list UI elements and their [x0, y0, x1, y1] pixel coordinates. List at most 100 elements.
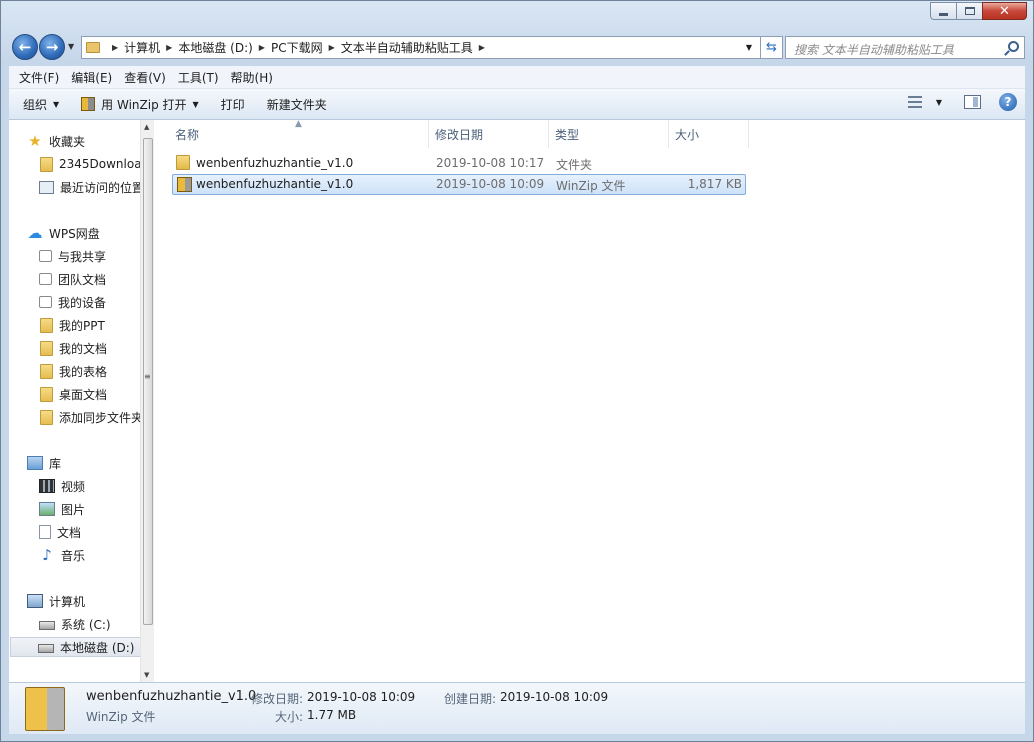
- scroll-up-icon[interactable]: ▲: [144, 123, 149, 131]
- refresh-icon: ⇆: [766, 40, 777, 55]
- folder-icon: [40, 386, 53, 402]
- column-label: 大小: [675, 127, 700, 142]
- menu-tools[interactable]: 工具(T): [172, 69, 225, 86]
- nav-item-shared-with-me[interactable]: 与我共享: [39, 246, 106, 266]
- print-button[interactable]: 打印: [213, 92, 253, 116]
- column-header-modified[interactable]: 修改日期: [429, 120, 549, 148]
- menu-help[interactable]: 帮助(H): [225, 69, 279, 86]
- column-header-type[interactable]: 类型: [549, 120, 669, 148]
- open-with-winzip-button[interactable]: 用 WinZip 打开 ▼: [73, 92, 207, 116]
- maximize-button[interactable]: [956, 2, 983, 20]
- column-header-size[interactable]: 大小: [669, 120, 749, 148]
- nav-wps-drive[interactable]: ☁ WPS网盘: [27, 223, 100, 243]
- breadcrumb-arrow-icon[interactable]: ▶: [166, 43, 172, 52]
- winzip-icon: [81, 97, 96, 111]
- nav-label: 2345Downloads: [59, 157, 149, 171]
- file-row-selected[interactable]: wenbenfuzhuzhantie_v1.0 2019-10-08 10:09…: [172, 174, 746, 195]
- nav-label: 与我共享: [58, 249, 107, 264]
- nav-item-pictures[interactable]: 图片: [39, 499, 85, 519]
- details-modified-label: 修改日期:: [251, 692, 304, 706]
- details-size-label: 大小:: [275, 710, 304, 724]
- open-with-label: 用 WinZip 打开: [101, 97, 187, 112]
- command-bar: 组织 ▼ 用 WinZip 打开 ▼ 打印 新建文件夹 ▼ ?: [9, 89, 1025, 120]
- details-pane: wenbenfuzhuzhantie_v1.0 WinZip 文件 修改日期: …: [9, 682, 1025, 734]
- nav-item-my-documents[interactable]: 我的文档: [39, 338, 107, 358]
- folder-icon: [40, 317, 53, 333]
- forward-arrow-icon: →: [45, 38, 59, 56]
- file-modified: 2019-10-08 10:09: [436, 177, 545, 191]
- view-options-dropdown-icon[interactable]: ▼: [936, 98, 942, 107]
- nav-label: 我的文档: [59, 341, 108, 356]
- menu-bar: 文件(F) 编辑(E) 查看(V) 工具(T) 帮助(H): [9, 66, 1025, 89]
- close-button[interactable]: ✕: [982, 2, 1027, 20]
- nav-item-recent-places[interactable]: 最近访问的位置: [39, 177, 144, 197]
- breadcrumb-arrow-icon[interactable]: ▶: [479, 43, 485, 52]
- library-icon: [27, 456, 43, 470]
- nav-item-videos[interactable]: 视频: [39, 476, 85, 496]
- menu-edit[interactable]: 编辑(E): [65, 69, 118, 86]
- chevron-down-icon: ▼: [53, 99, 60, 109]
- nav-label: 添加同步文件夹: [59, 410, 144, 425]
- address-history-dropdown-icon[interactable]: ▼: [746, 43, 752, 52]
- file-row[interactable]: wenbenfuzhuzhantie_v1.0 2019-10-08 10:17…: [172, 153, 746, 174]
- scroll-down-icon[interactable]: ▼: [144, 671, 149, 679]
- search-input[interactable]: 搜索 文本半自动辅助粘贴工具: [785, 36, 1025, 59]
- navigation-pane: ★ 收藏夹 2345Downloads 最近访问的位置 ☁ WPS网盘 与我共享 团…: [9, 120, 149, 682]
- scroll-grip-icon: ≡: [144, 372, 151, 381]
- search-placeholder: 搜索 文本半自动辅助粘贴工具: [794, 43, 954, 57]
- nav-label: 我的PPT: [59, 318, 105, 333]
- breadcrumb-arrow-icon[interactable]: ▶: [112, 43, 118, 52]
- nav-label: 音乐: [61, 548, 86, 563]
- search-icon[interactable]: [1008, 41, 1019, 52]
- nav-item-2345downloads[interactable]: 2345Downloads: [39, 154, 149, 174]
- nav-item-add-sync-folder[interactable]: 添加同步文件夹: [39, 407, 143, 427]
- organize-button[interactable]: 组织 ▼: [15, 92, 67, 116]
- system-drive-icon: [39, 621, 55, 630]
- nav-item-documents[interactable]: 文档: [39, 522, 81, 542]
- details-created-label: 创建日期:: [444, 692, 497, 706]
- breadcrumb-arrow-icon[interactable]: ▶: [329, 43, 335, 52]
- nav-computer[interactable]: 计算机: [27, 591, 85, 611]
- nav-item-music[interactable]: ♪ 音乐: [39, 545, 85, 565]
- nav-item-team-docs[interactable]: 团队文档: [39, 269, 106, 289]
- nav-favorites[interactable]: ★ 收藏夹: [27, 131, 85, 151]
- nav-item-my-sheets[interactable]: 我的表格: [39, 361, 107, 381]
- nav-item-my-devices[interactable]: 我的设备: [39, 292, 106, 312]
- menu-view[interactable]: 查看(V): [118, 69, 172, 86]
- folder-icon: [176, 155, 190, 170]
- forward-button[interactable]: →: [39, 34, 65, 60]
- breadcrumb-current-folder[interactable]: 文本半自动辅助粘贴工具: [341, 39, 473, 56]
- change-view-icon[interactable]: [907, 96, 922, 108]
- nav-libraries[interactable]: 库: [27, 453, 61, 473]
- nav-label: 文档: [57, 525, 82, 540]
- back-button[interactable]: ←: [12, 34, 38, 60]
- nav-item-drive-c[interactable]: 系统 (C:): [39, 614, 111, 634]
- nav-item-desktop-docs[interactable]: 桌面文档: [39, 384, 107, 404]
- folder-icon: [86, 42, 100, 53]
- file-name: wenbenfuzhuzhantie_v1.0: [196, 177, 354, 191]
- menu-file[interactable]: 文件(F): [13, 69, 65, 86]
- sort-ascending-icon: ▲: [295, 119, 302, 129]
- new-folder-button[interactable]: 新建文件夹: [259, 92, 335, 116]
- address-bar[interactable]: ▶ 计算机 ▶ 本地磁盘 (D:) ▶ PC下载网 ▶ 文本半自动辅助粘贴工具 …: [81, 36, 761, 59]
- computer-icon: [27, 594, 43, 608]
- team-icon: [39, 273, 52, 285]
- nav-label: 桌面文档: [59, 387, 108, 402]
- winzip-file-icon: [177, 177, 192, 192]
- breadcrumb-computer[interactable]: 计算机: [124, 39, 160, 56]
- minimize-button[interactable]: [930, 2, 957, 20]
- navigation-scrollbar[interactable]: ▲ ≡ ▼: [140, 120, 154, 682]
- nav-item-my-ppt[interactable]: 我的PPT: [39, 315, 105, 335]
- scrollbar-thumb[interactable]: [143, 138, 153, 625]
- pane-splitter[interactable]: [154, 120, 158, 682]
- folder-icon: [40, 340, 53, 356]
- nav-label: 计算机: [49, 594, 86, 609]
- preview-pane-icon[interactable]: [964, 95, 981, 109]
- help-icon[interactable]: ?: [999, 93, 1017, 111]
- breadcrumb-pc-download[interactable]: PC下载网: [271, 39, 323, 56]
- refresh-button[interactable]: ⇆: [761, 36, 783, 59]
- recent-pages-dropdown-icon[interactable]: ▼: [68, 42, 74, 51]
- breadcrumb-drive-d[interactable]: 本地磁盘 (D:): [178, 39, 252, 56]
- breadcrumb-arrow-icon[interactable]: ▶: [259, 43, 265, 52]
- nav-item-drive-d[interactable]: 本地磁盘 (D:): [10, 637, 142, 657]
